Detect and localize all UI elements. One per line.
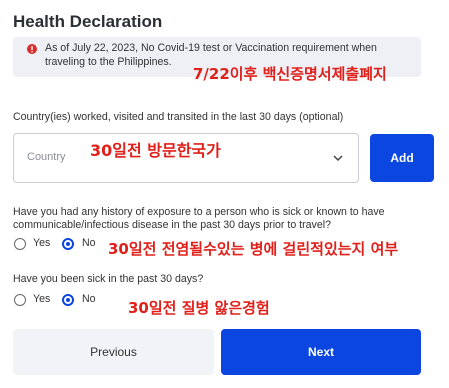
exposure-question: Have you had any history of exposure to … [13, 206, 385, 231]
country-label: Country(ies) worked, visited and transit… [13, 111, 344, 123]
sick-no-label: No [82, 293, 96, 305]
chevron-down-icon [333, 155, 343, 162]
exposure-no-radio[interactable] [62, 238, 74, 250]
next-button[interactable]: Next [221, 329, 421, 375]
exposure-no-label: No [82, 237, 96, 249]
sick-no-radio[interactable] [62, 294, 74, 306]
sick-yes-label: Yes [33, 293, 51, 305]
sick-yes-radio[interactable] [14, 294, 26, 306]
page-title: Health Declaration [13, 12, 163, 31]
annotation-sick: 30일전 질병 앓은경험 [128, 299, 270, 317]
exposure-yes-label: Yes [33, 237, 51, 249]
country-placeholder: Country [27, 151, 66, 163]
sick-question: Have you been sick in the past 30 days? [13, 273, 204, 285]
exposure-yes-radio[interactable] [14, 238, 26, 250]
annotation-exposure: 30일전 전염될수있는 병에 걸린적있는지 여부 [108, 240, 399, 258]
add-country-button[interactable]: Add [370, 134, 434, 182]
annotation-country: 30일전 방문한국가 [90, 141, 221, 160]
warning-triangle-icon [27, 44, 37, 54]
previous-button[interactable]: Previous [13, 329, 214, 375]
annotation-vaccine: 7/22이후 백신증명서제출폐지 [193, 65, 387, 83]
